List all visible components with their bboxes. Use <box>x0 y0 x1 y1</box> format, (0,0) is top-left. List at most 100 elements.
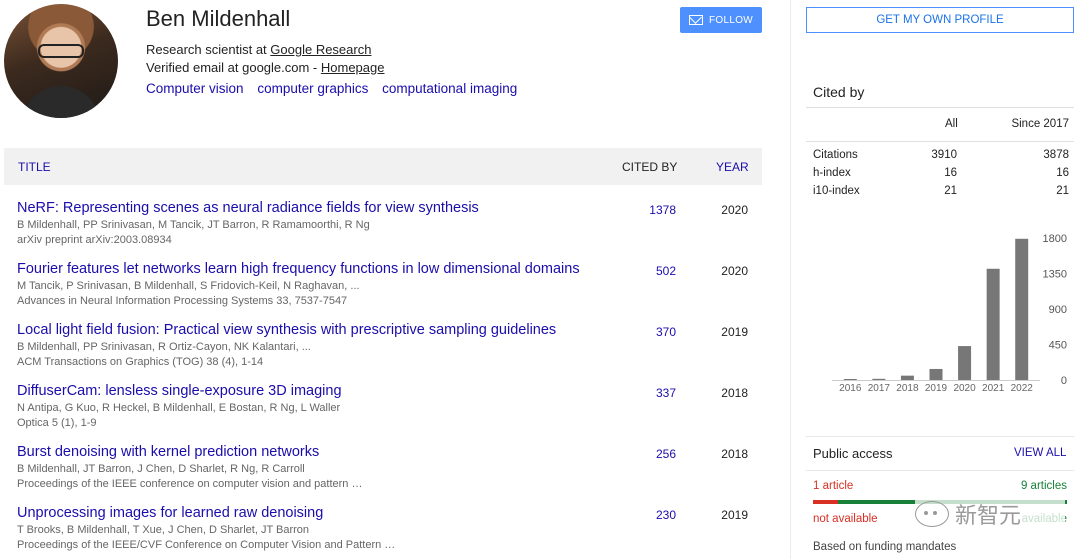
affiliation-prefix: Research scientist at <box>146 42 271 57</box>
article-authors: B Mildenhall, JT Barron, J Chen, D Sharl… <box>17 463 305 475</box>
homepage-link[interactable]: Homepage <box>321 60 385 75</box>
profile-avatar <box>4 4 118 118</box>
citations-per-year-chart: 2016 2017 2018 2019 2020 2021 2022 1800 1350 900 4… <box>832 233 1067 394</box>
divider <box>806 107 1074 108</box>
stats-row: h-index 16 16 <box>813 167 1069 183</box>
x-tick-label: 2020 <box>953 383 976 394</box>
article-venue: arXiv preprint arXiv:2003.08934 <box>17 234 172 246</box>
divider <box>806 436 1074 437</box>
divider <box>806 141 1074 142</box>
cited-by-count[interactable]: 502 <box>604 264 676 278</box>
article-venue: Proceedings of the IEEE/CVF Conference o… <box>17 539 396 551</box>
sort-by-cited[interactable]: CITED BY <box>622 160 677 174</box>
citation-bar-2021[interactable] <box>986 268 1000 380</box>
article-year: 2019 <box>721 508 748 522</box>
cited-by-count[interactable]: 256 <box>604 447 676 461</box>
avatar-shirt <box>22 86 100 118</box>
articles-list: NeRF: Representing scenes as neural radi… <box>4 199 762 559</box>
cited-by-count[interactable]: 337 <box>604 386 676 400</box>
article-year: 2020 <box>721 264 748 278</box>
articles-table-header: TITLE CITED BY YEAR <box>4 148 762 185</box>
not-available-count[interactable]: 1 article <box>813 480 853 492</box>
stats-row: i10-index 21 21 <box>813 185 1069 201</box>
stat-all: 21 <box>944 185 957 197</box>
cited-by-count[interactable]: 370 <box>604 325 676 339</box>
follow-button[interactable]: FOLLOW <box>680 7 762 33</box>
citation-bar-2018[interactable] <box>900 375 914 380</box>
affiliation-link[interactable]: Google Research <box>270 42 371 57</box>
not-available-label: not available <box>813 513 878 525</box>
article-authors: N Antipa, G Kuo, R Heckel, B Mildenhall,… <box>17 402 341 414</box>
y-tick-label: 0 <box>1061 375 1067 387</box>
watermark-text: 新智元 <box>955 504 1022 529</box>
article-year: 2020 <box>721 203 748 217</box>
article-year: 2019 <box>721 325 748 339</box>
article-row: Fourier features let networks learn high… <box>4 260 762 321</box>
article-authors: T Brooks, B Mildenhall, T Xue, J Chen, D… <box>17 524 310 536</box>
available-count[interactable]: 9 articles <box>1021 480 1067 492</box>
article-row: Unprocessing images for learned raw deno… <box>4 504 762 559</box>
profile-affiliation: Research scientist at Google Research <box>146 41 371 59</box>
column-divider <box>790 0 791 559</box>
stat-all: 16 <box>944 167 957 179</box>
y-tick-label: 450 <box>1049 340 1067 352</box>
citation-bar-2022[interactable] <box>1015 238 1029 380</box>
not-available-portion <box>813 500 839 504</box>
stat-all: 3910 <box>931 149 957 161</box>
article-authors: B Mildenhall, PP Srinivasan, M Tancik, J… <box>17 219 370 231</box>
avatar-glasses <box>38 44 84 58</box>
article-year: 2018 <box>721 386 748 400</box>
x-tick-label: 2021 <box>982 383 1005 394</box>
stats-row: Citations 3910 3878 <box>813 149 1069 165</box>
article-title-link[interactable]: Burst denoising with kernel prediction n… <box>17 444 319 460</box>
cited-by-count[interactable]: 1378 <box>604 203 676 217</box>
article-title-link[interactable]: DiffuserCam: lensless single-exposure 3D… <box>17 383 342 399</box>
stat-since: 16 <box>1056 167 1069 179</box>
article-venue: Advances in Neural Information Processin… <box>17 295 348 307</box>
stat-label: i10-index <box>813 185 860 197</box>
x-tick-label: 2022 <box>1011 383 1034 394</box>
interest-link[interactable]: computer graphics <box>257 81 368 96</box>
view-all-link[interactable]: VIEW ALL <box>1014 447 1066 459</box>
cited-by-heading: Cited by <box>813 84 865 100</box>
article-title-link[interactable]: Fourier features let networks learn high… <box>17 261 580 277</box>
y-tick-label: 1350 <box>1043 269 1067 281</box>
sort-by-year[interactable]: YEAR <box>716 160 749 174</box>
funding-mandates-note: Based on funding mandates <box>813 541 957 553</box>
x-tick-label: 2018 <box>896 383 919 394</box>
stat-since: 3878 <box>1043 149 1069 161</box>
divider <box>806 470 1074 471</box>
article-venue: ACM Transactions on Graphics (TOG) 38 (4… <box>17 356 264 368</box>
col-since-header: Since 2017 <box>1011 118 1069 130</box>
x-tick-label: 2019 <box>925 383 948 394</box>
research-interests: Computer vision computer graphics comput… <box>146 80 527 98</box>
x-tick-label: 2017 <box>868 383 891 394</box>
y-tick-label: 1800 <box>1043 233 1067 245</box>
profile-name: Ben Mildenhall <box>146 6 291 31</box>
article-venue: Proceedings of the IEEE conference on co… <box>17 478 363 490</box>
article-venue: Optica 5 (1), 1-9 <box>17 417 97 429</box>
article-authors: M Tancik, P Srinivasan, B Mildenhall, S … <box>17 280 360 292</box>
citation-bar-2016[interactable] <box>843 379 857 380</box>
article-row: Local light field fusion: Practical view… <box>4 321 762 382</box>
article-title-link[interactable]: Unprocessing images for learned raw deno… <box>17 505 323 521</box>
article-row: NeRF: Representing scenes as neural radi… <box>4 199 762 260</box>
envelope-icon <box>688 15 703 25</box>
stat-label: Citations <box>813 149 858 161</box>
article-authors: B Mildenhall, PP Srinivasan, R Ortiz-Cay… <box>17 341 311 353</box>
chat-bubble-icon <box>915 501 949 527</box>
article-row: Burst denoising with kernel prediction n… <box>4 443 762 504</box>
get-my-own-profile-button[interactable]: GET MY OWN PROFILE <box>806 7 1074 33</box>
citation-bar-2019[interactable] <box>929 368 943 380</box>
article-title-link[interactable]: Local light field fusion: Practical view… <box>17 322 556 338</box>
stat-label: h-index <box>813 167 851 179</box>
col-all-header: All <box>945 118 958 130</box>
stat-since: 21 <box>1056 185 1069 197</box>
citation-bar-2017[interactable] <box>872 378 886 380</box>
article-title-link[interactable]: NeRF: Representing scenes as neural radi… <box>17 200 479 216</box>
citation-bar-2020[interactable] <box>958 346 972 380</box>
sort-by-title[interactable]: TITLE <box>18 160 51 174</box>
interest-link[interactable]: Computer vision <box>146 81 244 96</box>
interest-link[interactable]: computational imaging <box>382 81 517 96</box>
cited-by-count[interactable]: 230 <box>604 508 676 522</box>
